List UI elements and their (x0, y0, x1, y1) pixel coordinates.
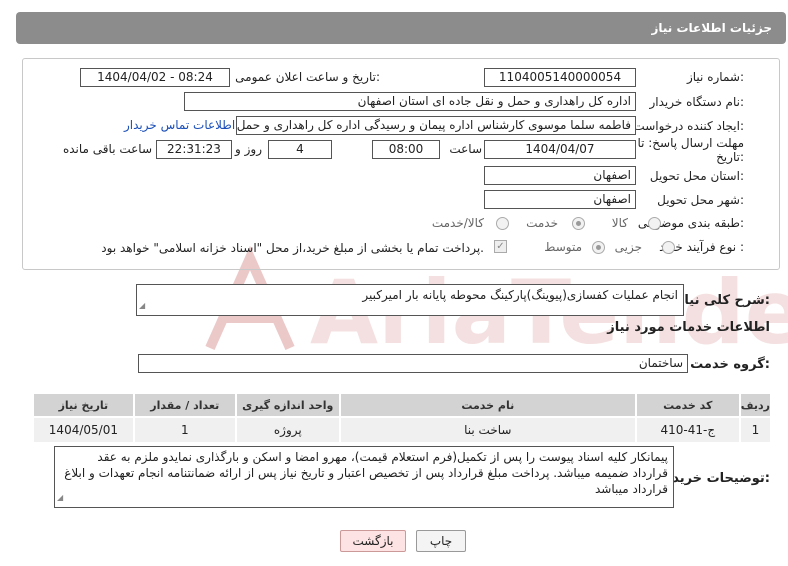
cell-service-name: ساخت بنا (338, 416, 637, 444)
process-option-minor: جزیی (614, 240, 642, 254)
service-group-field[interactable]: ساختمان (138, 354, 688, 373)
service-group-label: گروه خدمت: (690, 357, 770, 372)
buyer-org-field[interactable]: اداره کل راهداری و حمل و نقل جاده ای است… (184, 92, 636, 111)
col-header-qty: تعداد / مقدار (132, 392, 237, 418)
summary-textarea[interactable]: انجام عملیات کفسازی(پیوینگ)پارکینگ محوطه… (136, 284, 684, 316)
delivery-province-field[interactable]: اصفهان (484, 166, 636, 185)
announce-field[interactable]: 1404/04/02 - 08:24 (80, 68, 230, 87)
announce-label: تاریخ و ساعت اعلان عمومی: (235, 70, 380, 84)
buyer-contact-link[interactable]: اطلاعات تماس خریدار (124, 118, 235, 132)
buyer-notes-label: توضیحات خریدار: (660, 471, 770, 486)
table-row: 1 ج-41-410 ساخت بنا پروژه 1 1404/05/01 (32, 416, 773, 444)
deadline-date-field[interactable]: 1404/04/07 (484, 140, 636, 159)
delivery-city-label: شهر محل تحویل: (657, 193, 744, 207)
col-header-unit: واحد اندازه گیری (234, 392, 341, 418)
deadline-label: مهلت ارسال پاسخ: تا (637, 136, 744, 150)
buyer-notes-text: پیمانکار کلیه اسناد پیوست را پس از تکمیل… (64, 450, 668, 496)
cell-need-date: 1404/05/01 (32, 416, 135, 444)
delivery-province-label: استان محل تحویل: (649, 169, 744, 183)
services-table: ردیف کد خدمت نام خدمت واحد اندازه گیری ت… (32, 392, 773, 444)
back-button[interactable]: بازگشت (340, 530, 406, 552)
delivery-city-field[interactable]: اصفهان (484, 190, 636, 209)
need-number-field[interactable]: 1104005140000054 (484, 68, 636, 87)
summary-text: انجام عملیات کفسازی(پیوینگ)پارکینگ محوطه… (362, 288, 678, 302)
process-radio-minor[interactable] (662, 241, 675, 254)
resize-grip-icon[interactable]: ◢ (139, 298, 145, 314)
treasury-checkbox[interactable]: ✓ (494, 240, 507, 253)
requester-field[interactable]: فاطمه سلما موسوی کارشناس اداره پیمان و ر… (236, 116, 636, 135)
resize-grip-icon[interactable]: ◢ (57, 490, 63, 506)
print-button[interactable]: چاپ (416, 530, 466, 552)
summary-label: شرح کلی نیاز: (676, 293, 770, 308)
col-header-name: نام خدمت (338, 392, 637, 418)
deadline-date-label: تاریخ: (716, 150, 744, 164)
category-option-goods-service: کالا/خدمت (431, 216, 484, 230)
days-label: روز و (235, 142, 262, 156)
col-header-date: تاریخ نیاز (32, 392, 135, 418)
days-remaining-field[interactable]: 4 (268, 140, 332, 159)
category-option-goods: کالا (611, 216, 628, 230)
cell-row-number: 1 (738, 416, 773, 444)
process-option-medium: متوسط (544, 240, 582, 254)
col-header-code: کد خدمت (634, 392, 741, 418)
page-title: جزئیات اطلاعات نیاز (651, 21, 772, 35)
category-radio-service[interactable] (572, 217, 585, 230)
deadline-time-label: ساعت (449, 142, 482, 156)
remaining-time-label: ساعت باقی مانده (62, 142, 152, 156)
category-radio-goods[interactable] (648, 217, 661, 230)
process-radio-medium[interactable] (592, 241, 605, 254)
need-info-panel (22, 58, 780, 270)
buyer-notes-textarea[interactable]: پیمانکار کلیه اسناد پیوست را پس از تکمیل… (54, 446, 674, 508)
table-header-row: ردیف کد خدمت نام خدمت واحد اندازه گیری ت… (32, 392, 773, 418)
category-radio-goods-service[interactable] (496, 217, 509, 230)
category-option-service: خدمت (526, 216, 558, 230)
services-section-title: اطلاعات خدمات مورد نیاز (607, 320, 770, 335)
cell-service-code: ج-41-410 (634, 416, 741, 444)
need-number-label: شماره نیاز: (686, 70, 744, 84)
col-header-row: ردیف (738, 392, 773, 418)
cell-quantity: 1 (132, 416, 237, 444)
page-header: جزئیات اطلاعات نیاز (16, 12, 786, 44)
buyer-org-label: نام دستگاه خریدار: (649, 95, 745, 109)
remaining-time-field[interactable]: 22:31:23 (156, 140, 232, 159)
deadline-time-field[interactable]: 08:00 (372, 140, 440, 159)
cell-unit: پروژه (234, 416, 341, 444)
treasury-payment-note: پرداخت تمام یا بخشی از مبلغ خرید،از محل … (101, 241, 484, 255)
requester-label: ایجاد کننده درخواست: (633, 119, 744, 133)
